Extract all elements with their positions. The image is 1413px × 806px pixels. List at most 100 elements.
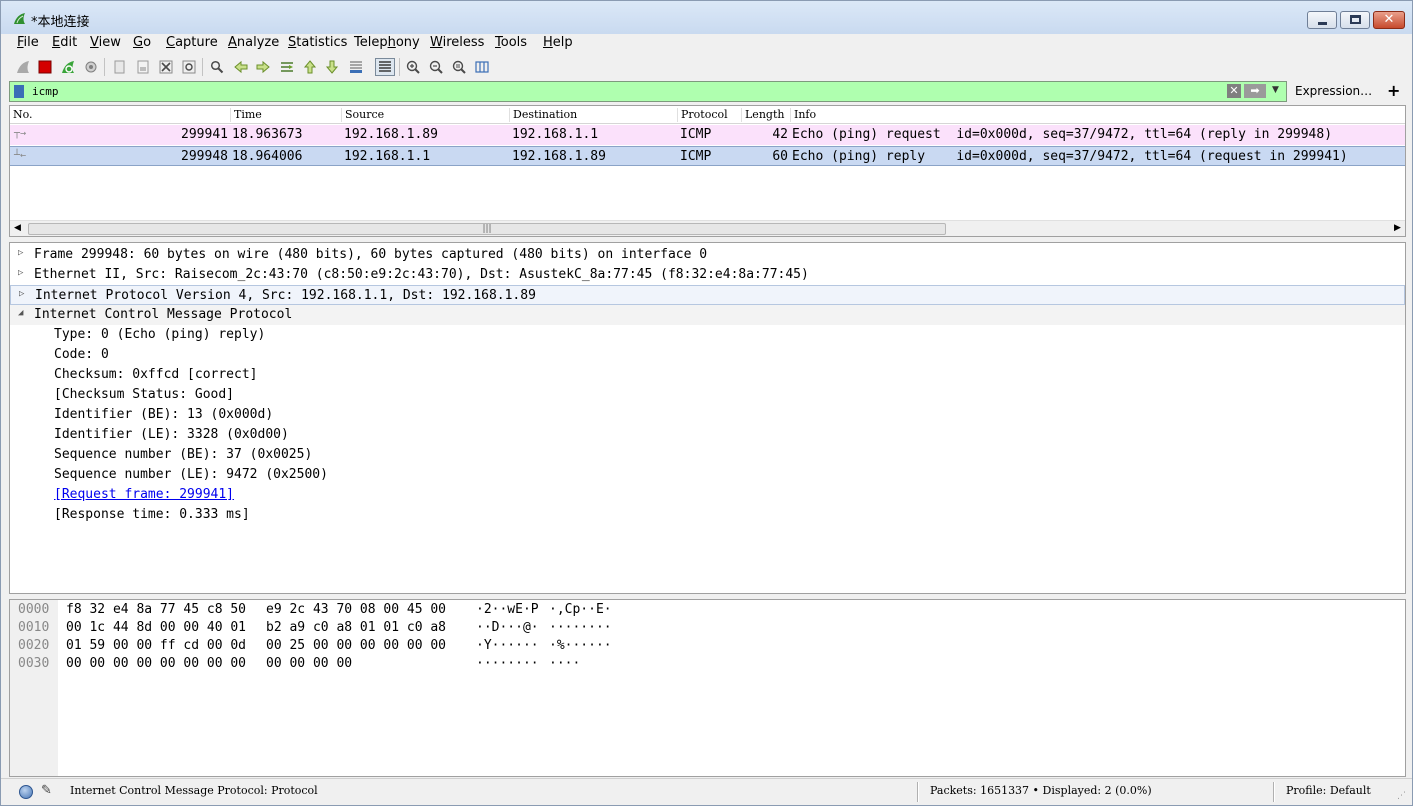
- column-header-destination[interactable]: Destination: [509, 108, 577, 122]
- save-file-icon: [137, 60, 149, 74]
- zoom-out-button[interactable]: [427, 58, 445, 76]
- display-filter-input[interactable]: [32, 83, 1222, 100]
- capture-comment-icon[interactable]: ✎: [41, 783, 52, 798]
- menu-file[interactable]: File: [17, 35, 39, 50]
- icmp-field-response-time[interactable]: [Response time: 0.333 ms]: [10, 505, 1405, 525]
- go-to-packet-button[interactable]: [278, 58, 296, 76]
- zoom-in-button[interactable]: [404, 58, 422, 76]
- packet-destination: 192.168.1.89: [512, 149, 606, 164]
- resize-grip-icon[interactable]: ⋰: [1397, 791, 1406, 801]
- tree-item-icmp[interactable]: ◢ Internet Control Message Protocol: [10, 305, 1405, 325]
- menu-tools[interactable]: Tools: [495, 35, 527, 50]
- scrollbar-thumb[interactable]: |||: [28, 223, 946, 235]
- chevron-down-icon[interactable]: ▼: [1272, 85, 1279, 95]
- icmp-field-checksum-status[interactable]: [Checksum Status: Good]: [10, 385, 1405, 405]
- menu-wireless[interactable]: Wireless: [430, 35, 484, 50]
- toolbar-separator: [202, 58, 203, 76]
- hex-row[interactable]: 0020 01 59 00 00 ff cd 00 0d 00 25 00 00…: [10, 637, 1405, 655]
- expression-button[interactable]: Expression…: [1295, 84, 1372, 98]
- minimize-icon: [1318, 22, 1327, 25]
- hex-row[interactable]: 0010 00 1c 44 8d 00 00 40 01 b2 a9 c0 a8…: [10, 619, 1405, 637]
- expert-info-icon[interactable]: [19, 785, 33, 799]
- menu-statistics[interactable]: Statistics: [288, 35, 347, 50]
- menu-capture[interactable]: Capture: [166, 35, 218, 50]
- restart-capture-button[interactable]: [59, 58, 77, 76]
- menu-edit[interactable]: Edit: [52, 35, 77, 50]
- close-file-button[interactable]: [157, 58, 175, 76]
- auto-scroll-icon: [350, 61, 362, 73]
- resize-columns-button[interactable]: [473, 58, 491, 76]
- horizontal-scrollbar[interactable]: ◀ ||| ▶: [10, 220, 1405, 236]
- reload-file-button[interactable]: [180, 58, 198, 76]
- menu-view[interactable]: View: [90, 35, 121, 50]
- menu-go[interactable]: Go: [133, 35, 151, 50]
- resize-columns-icon: [475, 61, 489, 73]
- capture-options-button[interactable]: [82, 58, 100, 76]
- icmp-field-sequence-be[interactable]: Sequence number (BE): 37 (0x0025): [10, 445, 1405, 465]
- packet-info: Echo (ping) request id=0x000d, seq=37/94…: [792, 127, 1333, 142]
- tree-item-frame[interactable]: ▷ Frame 299948: 60 bytes on wire (480 bi…: [10, 245, 1405, 265]
- icmp-field-identifier-be[interactable]: Identifier (BE): 13 (0x000d): [10, 405, 1405, 425]
- column-header-no[interactable]: No.: [10, 108, 33, 122]
- profile-selector[interactable]: Profile: Default: [1286, 784, 1371, 797]
- column-header-length[interactable]: Length: [741, 108, 784, 122]
- icmp-field-code[interactable]: Code: 0: [10, 345, 1405, 365]
- save-file-button[interactable]: [134, 58, 152, 76]
- menu-telephony[interactable]: Telephony: [354, 35, 420, 50]
- hex-row[interactable]: 0030 00 00 00 00 00 00 00 00 00 00 00 00…: [10, 655, 1405, 673]
- open-file-button[interactable]: [110, 58, 128, 76]
- icmp-field-type[interactable]: Type: 0 (Echo (ping) reply): [10, 325, 1405, 345]
- request-frame-link[interactable]: [Request frame: 299941]: [10, 485, 1405, 505]
- wireshark-fin-icon: [14, 13, 25, 24]
- first-packet-button[interactable]: [301, 58, 319, 76]
- toolbar-separator: [104, 58, 105, 76]
- expand-arrow-icon[interactable]: ▷: [18, 268, 23, 278]
- tree-item-ipv4[interactable]: ▷ Internet Protocol Version 4, Src: 192.…: [10, 285, 1405, 305]
- collapse-arrow-icon[interactable]: ◢: [18, 308, 23, 318]
- go-forward-button[interactable]: [254, 58, 272, 76]
- normal-size-button[interactable]: [450, 58, 468, 76]
- colorize-button[interactable]: [375, 58, 395, 76]
- close-button[interactable]: ✕: [1373, 11, 1405, 29]
- packet-row[interactable]: ┬→ 299941 18.963673 192.168.1.89 192.168…: [10, 125, 1405, 145]
- find-packet-button[interactable]: [208, 58, 226, 76]
- start-capture-button[interactable]: [14, 58, 32, 76]
- packet-details: ▷ Frame 299948: 60 bytes on wire (480 bi…: [9, 242, 1406, 594]
- menu-help[interactable]: Help: [543, 35, 573, 50]
- status-bar: ✎ Internet Control Message Protocol: Pro…: [1, 778, 1412, 805]
- status-separator: [1273, 782, 1275, 802]
- arrow-up-icon: [303, 60, 317, 74]
- column-header-time[interactable]: Time: [230, 108, 262, 122]
- apply-filter-icon[interactable]: ➡: [1244, 84, 1266, 98]
- expand-arrow-icon[interactable]: ▷: [19, 289, 24, 299]
- packet-info: Echo (ping) reply id=0x000d, seq=37/9472…: [792, 149, 1348, 164]
- zoom-reset-icon: [452, 60, 466, 74]
- minimize-button[interactable]: [1307, 11, 1337, 29]
- icmp-field-checksum[interactable]: Checksum: 0xffcd [correct]: [10, 365, 1405, 385]
- clear-filter-icon[interactable]: ✕: [1227, 84, 1241, 98]
- maximize-button[interactable]: [1340, 11, 1370, 29]
- go-back-button[interactable]: [232, 58, 250, 76]
- tree-item-ethernet[interactable]: ▷ Ethernet II, Src: Raisecom_2c:43:70 (c…: [10, 265, 1405, 285]
- expand-arrow-icon[interactable]: ▷: [18, 248, 23, 258]
- hex-row[interactable]: 0000 f8 32 e4 8a 77 45 c8 50 e9 2c 43 70…: [10, 601, 1405, 619]
- column-header-protocol[interactable]: Protocol: [677, 108, 728, 122]
- scroll-left-icon[interactable]: ◀: [14, 223, 21, 233]
- last-packet-button[interactable]: [323, 58, 341, 76]
- add-filter-button[interactable]: +: [1387, 81, 1400, 100]
- packet-row-selected[interactable]: ┴← 299948 18.964006 192.168.1.1 192.168.…: [10, 146, 1405, 166]
- scroll-right-icon[interactable]: ▶: [1394, 223, 1401, 233]
- column-header-source[interactable]: Source: [341, 108, 384, 122]
- icmp-field-identifier-le[interactable]: Identifier (LE): 3328 (0x0d00): [10, 425, 1405, 445]
- bookmark-icon[interactable]: [14, 85, 24, 98]
- close-icon: ✕: [1383, 12, 1395, 27]
- auto-scroll-button[interactable]: [347, 58, 365, 76]
- main-toolbar: [1, 54, 1412, 80]
- menu-analyze[interactable]: Analyze: [228, 35, 279, 50]
- stop-capture-button[interactable]: [36, 58, 54, 76]
- packet-no: 299941: [181, 127, 228, 142]
- icmp-field-sequence-le[interactable]: Sequence number (LE): 9472 (0x2500): [10, 465, 1405, 485]
- shark-fin-icon: [17, 61, 29, 73]
- column-header-info[interactable]: Info: [790, 108, 816, 122]
- go-to-packet-icon: [281, 62, 293, 72]
